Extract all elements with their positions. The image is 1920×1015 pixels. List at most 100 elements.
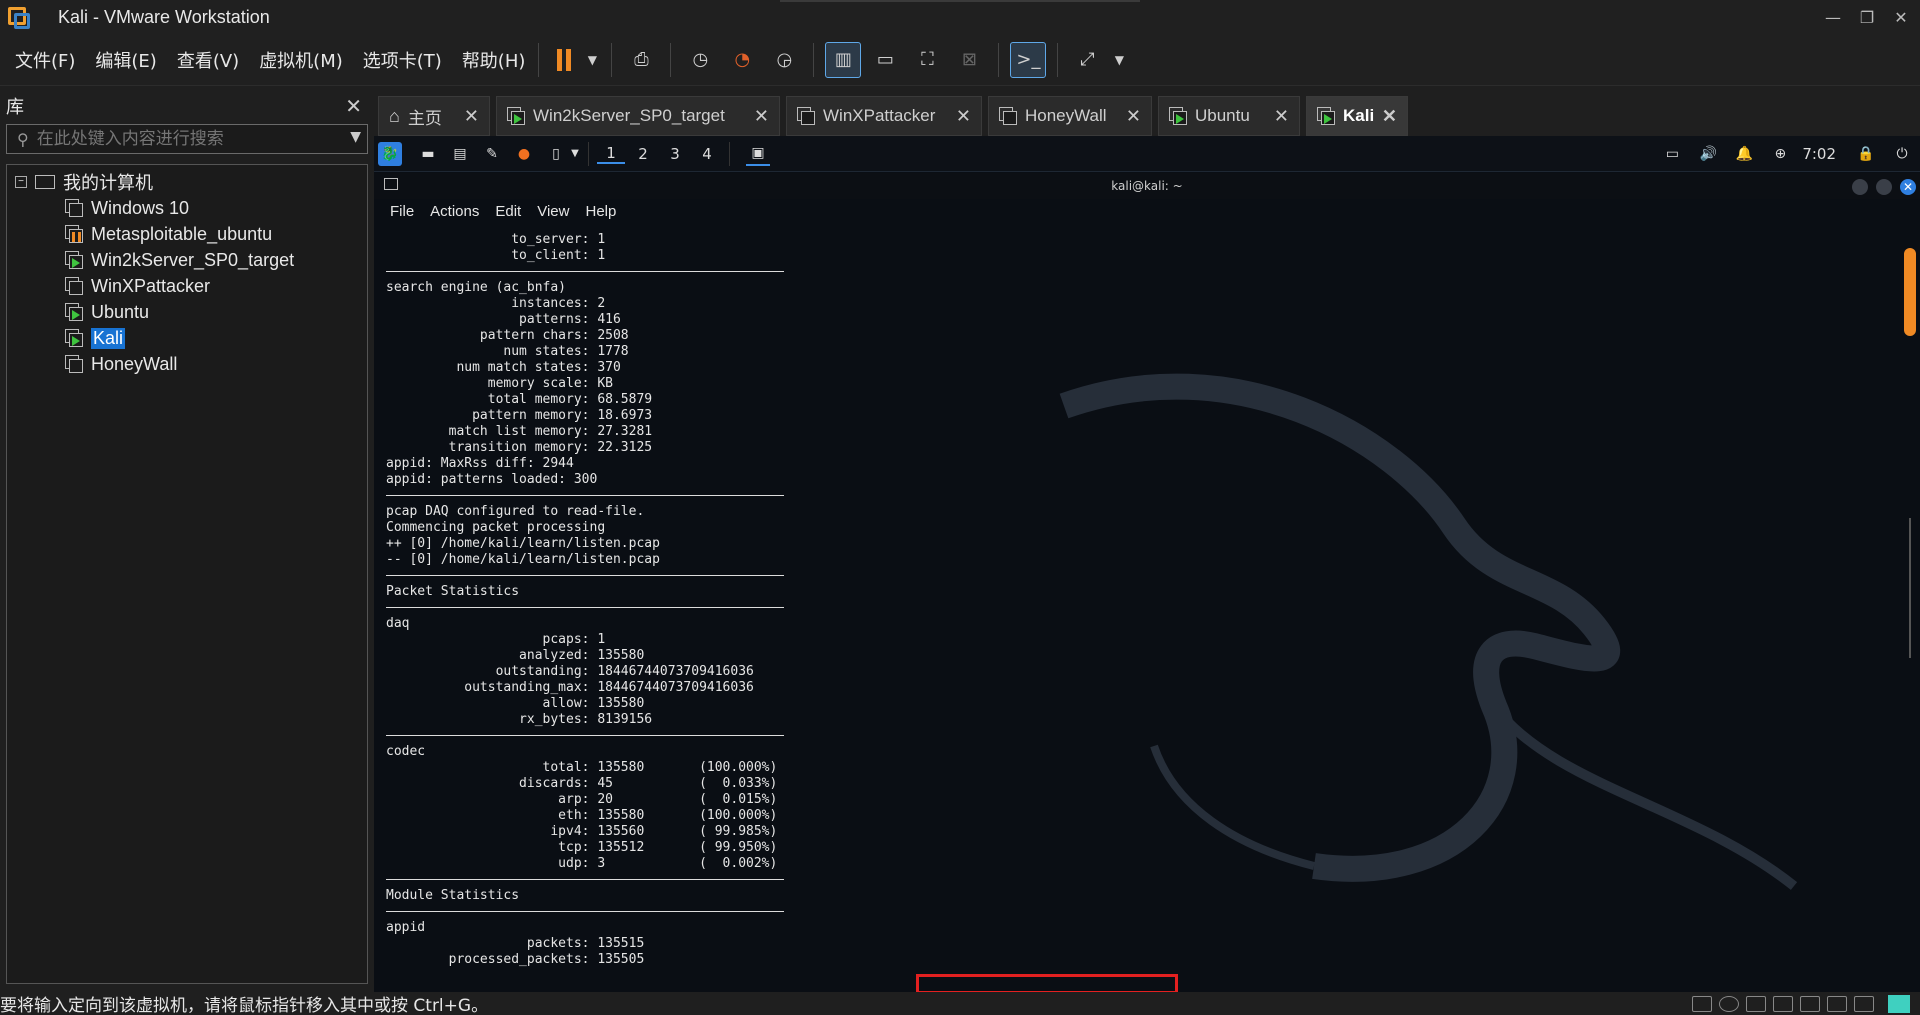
tab-winxpattacker[interactable]: WinXPattacker ✕ <box>786 96 982 136</box>
menu-help[interactable]: 帮助(H) <box>462 47 526 73</box>
tab-honeywall[interactable]: HoneyWall ✕ <box>988 96 1152 136</box>
pause-dropdown-icon[interactable]: ▼ <box>584 42 600 78</box>
terminal-output[interactable]: to_server: 1 to_client: 1 search engine (… <box>386 232 1886 992</box>
tab-win2kserver[interactable]: Win2kServer_SP0_target ✕ <box>496 96 780 136</box>
search-dropdown-icon[interactable]: ▼ <box>350 129 361 145</box>
taskbar-terminal-icon[interactable]: ▣ <box>746 142 770 166</box>
scrollbar-track[interactable] <box>1909 518 1911 658</box>
library-search: ⚲ ▼ <box>6 124 368 154</box>
terminal-maximize-icon[interactable] <box>1876 179 1892 195</box>
console-view-icon[interactable]: >_ <box>1010 41 1047 78</box>
terminal-divider <box>386 904 1886 920</box>
firefox-icon[interactable]: ● <box>512 142 536 166</box>
revert-snapshot-icon[interactable]: ◔ <box>724 42 760 78</box>
clock[interactable]: 7:02 <box>1802 145 1836 163</box>
file-manager-icon[interactable]: ▤ <box>448 142 472 166</box>
lock-icon[interactable]: 🔒 <box>1854 142 1878 166</box>
close-icon[interactable]: ✕ <box>1878 0 1920 34</box>
launcher-dropdown-icon[interactable]: ▼ <box>570 142 580 166</box>
terminal-menu-view[interactable]: View <box>537 203 569 220</box>
tree-item-winxpattacker[interactable]: WinXPattacker <box>65 273 210 299</box>
terminal-minimize-icon[interactable] <box>1852 179 1868 195</box>
kali-menu-icon[interactable]: 🐉 <box>378 141 402 166</box>
notification-icon[interactable]: 🔔 <box>1732 142 1756 166</box>
tree-item-honeywall[interactable]: HoneyWall <box>65 351 177 377</box>
workspace-2[interactable]: 2 <box>629 145 657 163</box>
usb-icon[interactable] <box>1773 995 1793 1012</box>
display-icon[interactable]: ▭ <box>1660 142 1684 166</box>
terminal-window-icon <box>384 178 398 190</box>
title-drag-handle[interactable] <box>780 0 1140 2</box>
menu-vm[interactable]: 虚拟机(M) <box>259 47 343 73</box>
sound-card-icon[interactable] <box>1827 995 1847 1012</box>
terminal-divider <box>386 600 1886 616</box>
terminal-line: udp: 3 ( 0.002%) <box>386 856 778 871</box>
library-title: 库 <box>6 97 24 118</box>
vm-off-icon <box>65 199 83 217</box>
hard-disk-icon[interactable] <box>1692 995 1712 1012</box>
terminal-menu-actions[interactable]: Actions <box>430 203 479 220</box>
tab-close-icon[interactable]: ✕ <box>754 106 769 127</box>
terminal-launcher-icon[interactable]: ▯ <box>544 142 568 166</box>
workspace-3[interactable]: 3 <box>661 145 689 163</box>
logout-icon[interactable]: ⏻ <box>1890 142 1914 166</box>
tab-close-icon[interactable]: ✕ <box>1274 106 1289 127</box>
tree-item-ubuntu[interactable]: Ubuntu <box>65 299 149 325</box>
tree-item-windows10[interactable]: Windows 10 <box>65 195 189 221</box>
volume-icon[interactable]: 🔊 <box>1696 142 1720 166</box>
stretch-dropdown-icon[interactable]: ▼ <box>1111 42 1127 78</box>
terminal-menu-file[interactable]: File <box>390 203 414 220</box>
snapshot-icon[interactable]: ◷ <box>682 42 718 78</box>
menu-tabs[interactable]: 选项卡(T) <box>363 47 442 73</box>
terminal-close-icon[interactable]: ✕ <box>1900 179 1916 195</box>
tree-root[interactable]: − 我的计算机 <box>15 169 153 195</box>
tab-close-icon[interactable]: ✕ <box>956 106 971 127</box>
pause-icon[interactable] <box>550 42 578 78</box>
library-search-input[interactable] <box>36 129 337 149</box>
power-manager-icon[interactable]: ⊕ <box>1768 142 1792 166</box>
tree-item-kali[interactable]: Kali <box>65 325 126 351</box>
terminal-divider <box>386 568 1886 584</box>
terminal-line: pattern chars: 2508 <box>386 328 629 343</box>
workspace-1[interactable]: 1 <box>597 144 625 164</box>
scrollbar-thumb[interactable] <box>1904 248 1916 336</box>
terminal-line: daq <box>386 616 410 631</box>
collapse-icon[interactable]: − <box>15 176 27 188</box>
terminal-scrollbar[interactable] <box>1904 248 1916 988</box>
vm-display[interactable]: 🐉 ▬ ▤ ✎ ● ▯ ▼ 1 2 3 4 ▣ ▭ 🔊 🔔 ⊕ 7:02 🔒 ⏻ <box>374 136 1920 992</box>
terminal-line: total: 135580 (100.000%) <box>386 760 778 775</box>
show-library-icon[interactable]: ▥ <box>825 41 862 78</box>
unity-icon[interactable]: ⊠ <box>951 42 987 78</box>
tab-ubuntu[interactable]: Ubuntu ✕ <box>1158 96 1300 136</box>
tab-home[interactable]: ⌂ 主页 ✕ <box>378 96 490 136</box>
show-desktop-icon[interactable]: ▬ <box>416 142 440 166</box>
terminal-line: outstanding: 18446744073709416036 <box>386 664 754 679</box>
menu-edit[interactable]: 编辑(E) <box>95 47 156 73</box>
menu-bar: 文件(F) 编辑(E) 查看(V) 虚拟机(M) 选项卡(T) 帮助(H) ▼ … <box>0 34 1920 86</box>
snapshot-manager-icon[interactable]: ◶ <box>766 42 802 78</box>
menu-view[interactable]: 查看(V) <box>177 47 239 73</box>
tab-close-icon[interactable]: ✕ <box>1382 106 1397 127</box>
tree-item-metasploitable[interactable]: Metasploitable_ubuntu <box>65 221 272 247</box>
workspace-4[interactable]: 4 <box>693 145 721 163</box>
send-ctrl-alt-del-icon[interactable]: ⎙ <box>623 42 659 78</box>
menu-file[interactable]: 文件(F) <box>15 47 75 73</box>
full-screen-icon[interactable]: ⛶ <box>909 42 945 78</box>
thumbnail-bar-icon[interactable]: ▭ <box>867 42 903 78</box>
terminal-menu-edit[interactable]: Edit <box>495 203 521 220</box>
tab-close-icon[interactable]: ✕ <box>1126 106 1141 127</box>
network-adapter-icon[interactable] <box>1746 995 1766 1012</box>
message-log-icon[interactable] <box>1888 994 1910 1013</box>
display-status-icon[interactable] <box>1854 995 1874 1012</box>
terminal-titlebar[interactable]: kali@kali: ~ ✕ <box>374 173 1920 199</box>
stretch-guest-icon[interactable]: ⤢ <box>1069 42 1105 78</box>
tree-item-win2kserver[interactable]: Win2kServer_SP0_target <box>65 247 294 273</box>
terminal-menu-help[interactable]: Help <box>585 203 616 220</box>
library-tree: − 我的计算机 Windows 10 Metasploitable_ubuntu… <box>6 164 368 984</box>
tab-close-icon[interactable]: ✕ <box>464 106 479 127</box>
cd-drive-icon[interactable] <box>1719 995 1739 1012</box>
tab-kali[interactable]: Kali ✕ <box>1306 96 1408 136</box>
printer-icon[interactable] <box>1800 995 1820 1012</box>
library-close-icon[interactable]: ✕ <box>345 94 362 118</box>
text-editor-icon[interactable]: ✎ <box>480 142 504 166</box>
